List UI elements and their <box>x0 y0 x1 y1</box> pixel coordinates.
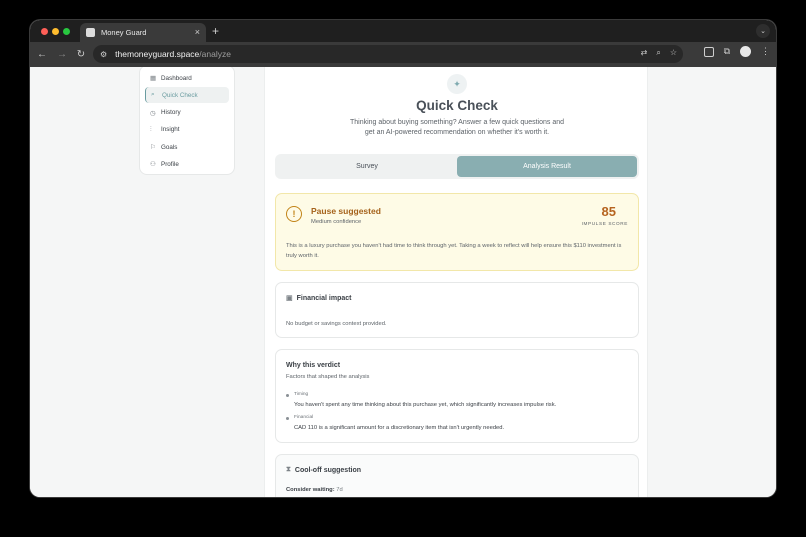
omnibox-actions: ⇄ ⌕ ☆ <box>641 48 677 58</box>
why-verdict-title: Why this verdict <box>286 362 341 369</box>
profile-avatar[interactable] <box>740 46 751 57</box>
site-info-icon[interactable]: ⚙ <box>100 50 107 59</box>
sidebar-item-insight[interactable]: ⫶ Insight <box>145 122 229 138</box>
toolbar-right: ⧉ ⋮ <box>703 46 770 57</box>
hourglass-icon: ⧗ <box>286 466 291 473</box>
impulse-score-label: IMPULSE SCORE <box>581 221 628 226</box>
reload-icon[interactable]: ↻ <box>73 46 89 62</box>
cool-off-value: 7d <box>336 487 343 493</box>
chart-icon: ⫶ <box>150 125 152 133</box>
why-verdict-subtitle: Factors that shaped the analysis <box>286 374 370 380</box>
sidebar: ▦ Dashboard ⌕ Quick Check ◷ History ⫶ Insigh… <box>139 67 235 175</box>
factor-text: You haven't spent any time thinking abou… <box>294 402 557 408</box>
new-tab-button[interactable]: + <box>212 23 219 39</box>
why-verdict-card: Why this verdict Factors that shaped the… <box>275 349 639 443</box>
tab-close-icon[interactable]: × <box>195 28 200 37</box>
bullet-icon <box>286 394 289 397</box>
bullet-icon <box>286 417 289 420</box>
more-menu-icon[interactable]: ⋮ <box>761 46 770 57</box>
impulse-score: 85 <box>601 204 616 219</box>
favicon-icon <box>86 28 95 37</box>
minimize-window-button[interactable] <box>52 27 59 35</box>
factor-label: Timing <box>294 392 309 397</box>
forward-icon[interactable]: → <box>54 46 70 62</box>
extensions-puzzle-icon[interactable]: ⧉ <box>724 46 730 57</box>
zoom-icon[interactable]: ⌕ <box>656 48 660 58</box>
wallet-icon: ▣ <box>286 295 293 302</box>
cool-off-label: Consider waiting: <box>286 487 335 493</box>
verdict-confidence: Medium confidence <box>311 219 362 225</box>
close-window-button[interactable] <box>41 27 48 35</box>
extension-icon[interactable] <box>703 46 714 57</box>
url-host: themoneyguard.space <box>115 49 200 59</box>
browser-toolbar: ← → ↻ ⚙ themoneyguard.space/analyze ⇄ ⌕ … <box>30 42 776 67</box>
url-path: /analyze <box>199 49 231 59</box>
user-icon: ⚇ <box>150 161 156 169</box>
cool-off-header: ⧗ Cool-off suggestion <box>286 466 361 474</box>
financial-impact-card: ▣ Financial impact No budget or savings c… <box>275 282 639 338</box>
grid-icon: ▦ <box>150 75 157 82</box>
bookmark-star-icon[interactable]: ☆ <box>670 48 677 58</box>
tab-survey[interactable]: Survey <box>277 156 457 177</box>
browser-window: Money Guard × + ⌄ ← → ↻ ⚙ themoneyguard.… <box>30 20 776 497</box>
factor-text: CAD 110 is a significant amount for a di… <box>294 425 505 431</box>
cool-off-body: Consider waiting: 7d <box>286 487 343 493</box>
back-icon[interactable]: ← <box>34 46 50 62</box>
financial-impact-title: Financial impact <box>296 294 352 302</box>
tab-search-icon[interactable]: ⌄ <box>756 24 770 38</box>
page-content: ▦ Dashboard ⌕ Quick Check ◷ History ⫶ Insigh… <box>30 67 776 497</box>
browser-tab[interactable]: Money Guard × <box>80 23 206 42</box>
tab-bar: Money Guard × + ⌄ <box>30 20 776 42</box>
warning-icon: ! <box>286 206 302 222</box>
translate-icon[interactable]: ⇄ <box>641 48 648 58</box>
page-subtitle: Thinking about buying something? Answer … <box>349 119 565 136</box>
sidebar-item-quick-check[interactable]: ⌕ Quick Check <box>145 87 229 104</box>
sidebar-item-label: Insight <box>161 126 180 134</box>
cool-off-title: Cool-off suggestion <box>294 466 362 474</box>
sparkle-icon: ✦ <box>447 74 467 94</box>
flag-icon: ⚐ <box>150 144 156 152</box>
verdict-card: ! Pause suggested Medium confidence 85 I… <box>275 193 639 271</box>
page-title: Quick Check <box>416 98 498 113</box>
sidebar-item-profile[interactable]: ⚇ Profile <box>145 156 229 172</box>
sidebar-item-label: Dashboard <box>161 74 192 82</box>
search-icon: ⌕ <box>151 91 155 99</box>
result-tabs: Survey Analysis Result <box>275 154 639 179</box>
sidebar-item-goals[interactable]: ⚐ Goals <box>145 139 229 155</box>
tab-title: Money Guard <box>101 28 147 37</box>
sidebar-item-label: History <box>161 109 181 117</box>
sidebar-item-label: Goals <box>161 143 178 151</box>
cool-off-card: ⧗ Cool-off suggestion Consider waiting: 7… <box>275 454 639 497</box>
maximize-window-button[interactable] <box>63 27 70 35</box>
main-panel: ✦ Quick Check Thinking about buying some… <box>264 67 648 497</box>
verdict-title: Pause suggested <box>311 206 381 216</box>
tab-analysis-result[interactable]: Analysis Result <box>457 156 637 177</box>
address-bar[interactable]: ⚙ themoneyguard.space/analyze ⇄ ⌕ ☆ <box>93 45 683 63</box>
financial-impact-body: No budget or savings context provided. <box>286 321 387 327</box>
sidebar-item-history[interactable]: ◷ History <box>145 105 229 121</box>
factor-label: Financial <box>294 415 314 420</box>
sidebar-item-dashboard[interactable]: ▦ Dashboard <box>145 70 229 86</box>
sidebar-item-label: Quick Check <box>162 91 198 99</box>
clock-icon: ◷ <box>150 109 156 117</box>
verdict-body: This is a luxury purchase you haven't ha… <box>286 243 622 259</box>
financial-impact-header: ▣ Financial impact <box>286 294 352 303</box>
sidebar-item-label: Profile <box>161 160 179 168</box>
